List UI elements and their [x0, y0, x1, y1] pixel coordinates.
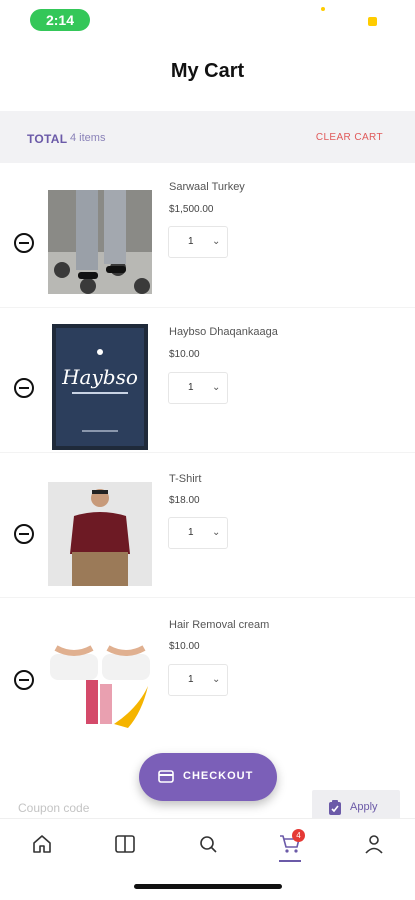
chevron-down-icon: ⌄	[212, 236, 221, 247]
remove-item-icon[interactable]	[14, 378, 34, 398]
quantity-value: 1	[188, 674, 194, 685]
product-price: $10.00	[169, 641, 200, 652]
chevron-down-icon: ⌄	[212, 527, 221, 538]
clipboard-check-icon	[329, 800, 341, 815]
quantity-value: 1	[188, 527, 194, 538]
cart-item: Sarwaal Turkey $1,500.00 1 ⌄	[0, 163, 415, 308]
cart-item: Haybso Haybso Dhaqankaaga $10.00 1 ⌄	[0, 308, 415, 453]
status-bar: 2:14	[0, 0, 415, 40]
apply-label: Apply	[350, 801, 378, 813]
product-name: T-Shirt	[169, 473, 202, 485]
book-icon[interactable]	[113, 832, 137, 856]
cart-badge: 4	[292, 829, 305, 842]
chevron-down-icon: ⌄	[212, 382, 221, 393]
checkout-label: CHECKOUT	[183, 770, 254, 782]
product-name: Hair Removal cream	[169, 619, 270, 631]
product-name: Sarwaal Turkey	[169, 181, 245, 193]
quantity-select[interactable]: 1 ⌄	[168, 226, 228, 258]
credit-card-icon	[158, 770, 174, 783]
remove-item-icon[interactable]	[14, 233, 34, 253]
product-image: Haybso	[52, 324, 148, 450]
quantity-value: 1	[188, 236, 194, 247]
privacy-indicator-icon	[321, 7, 325, 11]
search-icon[interactable]	[196, 832, 220, 856]
active-tab-indicator	[279, 860, 301, 862]
product-image	[48, 190, 152, 294]
status-time: 2:14	[30, 9, 90, 31]
quantity-select[interactable]: 1 ⌄	[168, 664, 228, 696]
product-image	[48, 628, 152, 732]
cart-item: T-Shirt $18.00 1 ⌄	[0, 453, 415, 598]
product-price: $18.00	[169, 495, 200, 506]
item-count: 4 items	[70, 132, 106, 144]
checkout-button[interactable]: CHECKOUT	[139, 753, 277, 801]
book-cover-title: Haybso	[61, 365, 138, 389]
product-price: $10.00	[169, 349, 200, 360]
total-label: TOTAL	[27, 132, 68, 146]
remove-item-icon[interactable]	[14, 524, 34, 544]
quantity-value: 1	[188, 382, 194, 393]
page-title: My Cart	[170, 60, 245, 82]
coupon-input[interactable]: Coupon code	[18, 801, 89, 815]
cart-summary-bar: TOTAL 4 items CLEAR CART	[0, 111, 415, 163]
battery-icon	[368, 17, 377, 26]
chevron-down-icon: ⌄	[212, 674, 221, 685]
quantity-select[interactable]: 1 ⌄	[168, 372, 228, 404]
home-icon[interactable]	[30, 832, 54, 856]
cart-item: Hair Removal cream $10.00 1 ⌄	[0, 598, 415, 743]
profile-icon[interactable]	[362, 832, 386, 856]
product-image	[48, 482, 152, 586]
quantity-select[interactable]: 1 ⌄	[168, 517, 228, 549]
remove-item-icon[interactable]	[14, 670, 34, 690]
product-price: $1,500.00	[169, 204, 214, 215]
cart-screen: 2:14 My Cart TOTAL 4 items CLEAR CART Sa…	[0, 0, 415, 900]
product-name: Haybso Dhaqankaaga	[169, 326, 278, 338]
clear-cart-button[interactable]: CLEAR CART	[316, 132, 383, 143]
home-indicator	[134, 884, 282, 889]
